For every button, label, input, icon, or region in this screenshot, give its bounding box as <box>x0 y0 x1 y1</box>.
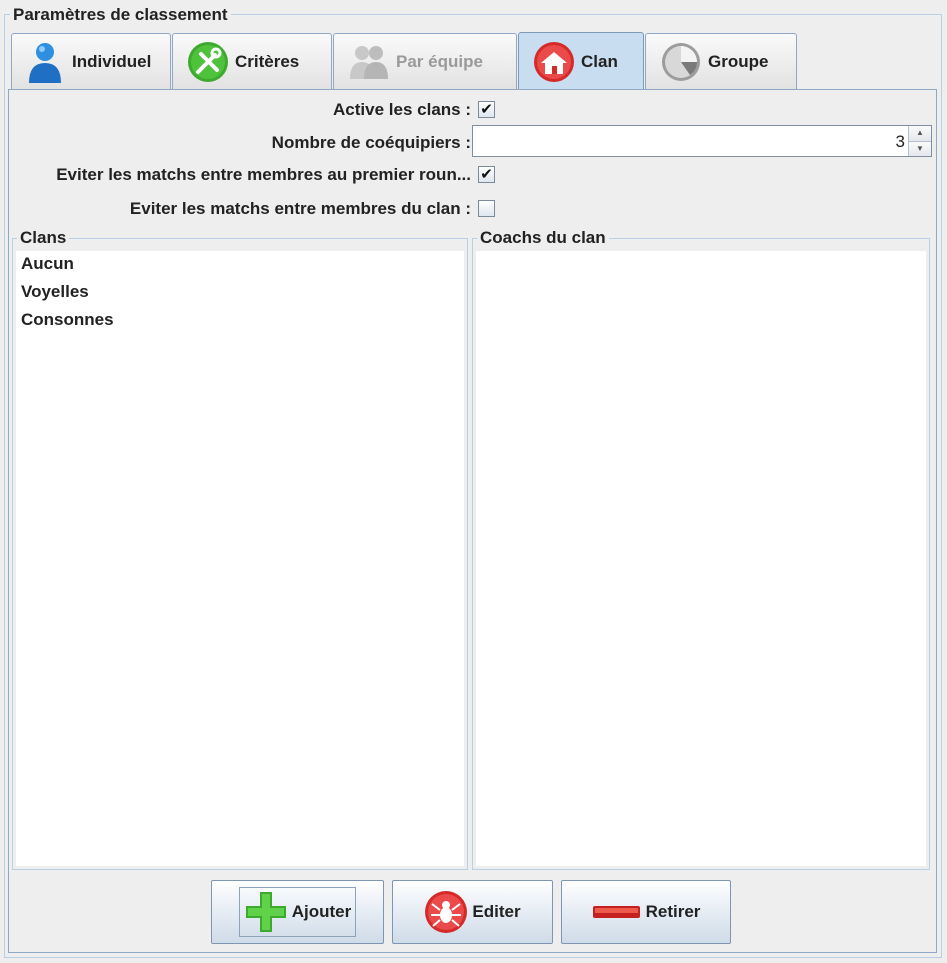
minus-icon <box>592 906 640 918</box>
tab-clan[interactable]: Clan <box>518 32 644 90</box>
add-button[interactable]: Ajouter <box>211 880 384 944</box>
avoid-first-round-checkbox[interactable]: ✔ <box>478 166 495 183</box>
team-icon <box>350 45 388 79</box>
tab-label: Par équipe <box>396 51 483 71</box>
pie-icon <box>662 42 700 81</box>
add-button-focus: Ajouter <box>238 887 357 937</box>
teammates-label: Nombre de coéquipiers : <box>271 133 471 152</box>
house-icon <box>534 41 574 82</box>
coaches-list[interactable] <box>476 251 926 866</box>
clans-group-title: Clans <box>17 228 70 248</box>
list-item[interactable]: Consonnes <box>16 307 464 335</box>
avoid-first-round-label: Eviter les matchs entre membres au premi… <box>56 165 471 184</box>
avoid-clan-checkbox[interactable] <box>478 200 495 217</box>
tools-icon <box>188 41 228 82</box>
clans-list[interactable]: Aucun Voyelles Consonnes <box>16 251 464 866</box>
plus-icon <box>245 892 286 932</box>
tab-individuel[interactable]: Individuel <box>11 33 171 89</box>
avoid-clan-label: Eviter les matchs entre membres du clan … <box>129 199 471 218</box>
remove-button[interactable]: Retirer <box>561 880 731 944</box>
coaches-group-title: Coachs du clan <box>477 228 609 248</box>
tab-label: Clan <box>581 51 618 71</box>
teammates-spinner[interactable]: 3 ▲ ▼ <box>472 125 932 157</box>
list-item[interactable]: Voyelles <box>16 279 464 307</box>
clans-group: Clans Aucun Voyelles Consonnes <box>12 228 468 870</box>
teammates-value: 3 <box>895 132 905 151</box>
tab-criteres[interactable]: Critères <box>172 33 332 89</box>
tab-label: Critères <box>235 51 300 71</box>
tab-label: Individuel <box>72 51 152 71</box>
spinner-up-button[interactable]: ▲ <box>908 126 931 141</box>
add-button-label: Ajouter <box>291 902 352 921</box>
tab-label: Groupe <box>708 51 769 71</box>
tab-par-equipe: Par équipe <box>333 33 517 89</box>
person-icon <box>29 42 61 83</box>
active-clans-checkbox[interactable]: ✔ <box>478 101 495 118</box>
list-item[interactable]: Aucun <box>16 251 464 279</box>
edit-button[interactable]: Editer <box>392 880 553 944</box>
panel-title: Paramètres de classement <box>10 5 231 25</box>
coaches-group: Coachs du clan <box>472 228 930 870</box>
edit-button-label: Editer <box>472 902 521 921</box>
tab-groupe[interactable]: Groupe <box>645 33 797 89</box>
remove-button-label: Retirer <box>645 902 701 921</box>
spinner-down-button[interactable]: ▼ <box>908 141 931 156</box>
active-clans-label: Active les clans : <box>333 100 471 119</box>
spider-icon <box>425 891 468 933</box>
